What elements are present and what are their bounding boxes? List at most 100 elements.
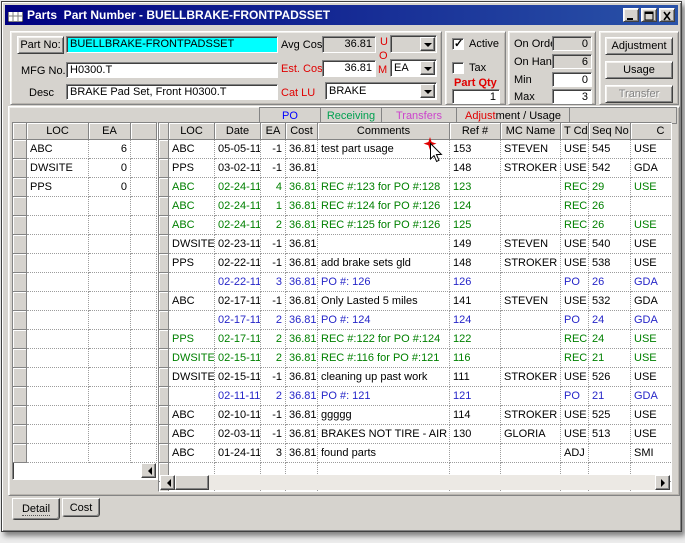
part-no-input[interactable]: BUELLBRAKE-FRONTPADSSET	[66, 36, 278, 53]
grid-cell[interactable]: 513	[589, 425, 631, 444]
row-selector[interactable]	[159, 292, 169, 311]
active-checkbox-box[interactable]	[452, 37, 464, 50]
max-input[interactable]: 3	[552, 89, 592, 104]
grid-cell[interactable]: 02-22-11	[215, 273, 261, 292]
grid-cell[interactable]: DWSITE	[27, 159, 89, 178]
usage-button[interactable]: Usage	[605, 61, 673, 79]
grid-cell[interactable]: ABC	[169, 197, 215, 216]
tab-detail[interactable]: Detail	[12, 498, 60, 520]
grid-cell[interactable]	[89, 216, 131, 235]
tab-cost[interactable]: Cost	[62, 498, 100, 517]
grid-cell[interactable]: REC	[561, 178, 589, 197]
row-selector[interactable]	[159, 159, 169, 178]
grid-cell[interactable]: USE	[631, 330, 671, 349]
row-selector[interactable]	[159, 368, 169, 387]
grid-cell[interactable]: -1	[261, 425, 286, 444]
uom-combo-top[interactable]	[390, 35, 437, 53]
grid-cell[interactable]: USE	[561, 425, 589, 444]
grid-cell[interactable]: 24	[589, 330, 631, 349]
row-selector[interactable]	[159, 444, 169, 463]
grid-cell[interactable]	[89, 197, 131, 216]
grid-cell[interactable]: USE	[561, 368, 589, 387]
grid-cell[interactable]: 36.81	[286, 330, 318, 349]
grid-cell[interactable]: USE	[631, 178, 671, 197]
grid-cell[interactable]: STROKER	[501, 254, 561, 273]
scroll-right-button[interactable]	[655, 475, 670, 490]
grid-cell[interactable]	[131, 330, 157, 349]
grid-cell[interactable]: 02-10-11	[215, 406, 261, 425]
grid-cell[interactable]: 24	[589, 311, 631, 330]
grid-cell[interactable]: USE	[561, 292, 589, 311]
grid-cell[interactable]: 02-17-11	[215, 311, 261, 330]
grid-cell[interactable]	[27, 387, 89, 406]
left-grid-scroll-left-button[interactable]	[141, 463, 156, 478]
grid-cell[interactable]: REC #:122 for PO #:124	[318, 330, 450, 349]
grid-cell[interactable]	[27, 406, 89, 425]
uom-combo-bottom[interactable]: EA	[390, 59, 437, 77]
grid-cell[interactable]	[501, 273, 561, 292]
grid-cell[interactable]: 3	[261, 273, 286, 292]
grid-cell[interactable]: USE	[631, 235, 671, 254]
grid-cell[interactable]	[89, 444, 131, 463]
row-selector[interactable]	[159, 178, 169, 197]
grid-cell[interactable]: GDA	[631, 273, 671, 292]
grid-cell[interactable]	[27, 444, 89, 463]
scrollbar-thumb[interactable]	[175, 475, 209, 490]
part-qty-input[interactable]: 1	[452, 89, 500, 104]
grid-cell[interactable]: STEVEN	[501, 292, 561, 311]
grid-cell[interactable]: USE	[631, 368, 671, 387]
chevron-down-icon[interactable]	[420, 84, 435, 98]
grid-cell[interactable]	[27, 273, 89, 292]
grid-cell[interactable]: 6	[89, 140, 131, 159]
grid-cell[interactable]: PO	[561, 311, 589, 330]
grid-cell[interactable]: 02-15-11	[215, 368, 261, 387]
grid-cell[interactable]	[27, 311, 89, 330]
maximize-button[interactable]	[641, 8, 657, 22]
grid-cell[interactable]: PPS	[169, 159, 215, 178]
grid-cell[interactable]: PPS	[169, 254, 215, 273]
grid-cell[interactable]: ABC	[169, 444, 215, 463]
grid-cell[interactable]: 21	[589, 349, 631, 368]
grid-cell[interactable]: 0	[89, 159, 131, 178]
grid-cell[interactable]	[501, 444, 561, 463]
grid-cell[interactable]: 03-02-11	[215, 159, 261, 178]
grid-cell[interactable]: 02-24-11	[215, 216, 261, 235]
grid-cell[interactable]: PO #: 121	[318, 387, 450, 406]
grid-cell[interactable]	[89, 368, 131, 387]
row-selector[interactable]	[159, 273, 169, 292]
grid-cell[interactable]: 02-22-11	[215, 254, 261, 273]
grid-cell[interactable]: USE	[631, 349, 671, 368]
grid-cell[interactable]	[131, 273, 157, 292]
row-selector[interactable]	[159, 311, 169, 330]
grid-cell[interactable]: -1	[261, 368, 286, 387]
grid-cell[interactable]	[501, 197, 561, 216]
grid-cell[interactable]: GLORIA	[501, 425, 561, 444]
grid-cell[interactable]: PO #: 126	[318, 273, 450, 292]
grid-cell[interactable]	[501, 349, 561, 368]
grid-cell[interactable]	[89, 254, 131, 273]
tax-checkbox-box[interactable]	[452, 62, 464, 74]
grid-cell[interactable]: USE	[561, 159, 589, 178]
grid-cell[interactable]: 116	[450, 349, 501, 368]
grid-cell[interactable]: 148	[450, 159, 501, 178]
grid-cell[interactable]: REC	[561, 197, 589, 216]
grid-cell[interactable]: BRAKES NOT TIRE - AIR	[318, 425, 450, 444]
grid-cell[interactable]: ABC	[169, 406, 215, 425]
grid-cell[interactable]	[89, 311, 131, 330]
grid-cell[interactable]: 02-17-11	[215, 292, 261, 311]
grid-cell[interactable]	[501, 387, 561, 406]
grid-cell[interactable]	[27, 216, 89, 235]
grid-cell[interactable]	[131, 349, 157, 368]
grid-cell[interactable]: GDA	[631, 311, 671, 330]
grid-cell[interactable]: 01-24-11	[215, 444, 261, 463]
grid-cell[interactable]: REC	[561, 216, 589, 235]
grid-cell[interactable]: REC #:116 for PO #:121	[318, 349, 450, 368]
grid-cell[interactable]	[131, 216, 157, 235]
grid-cell[interactable]: 526	[589, 368, 631, 387]
row-selector[interactable]	[13, 159, 27, 178]
grid-cell[interactable]: 540	[589, 235, 631, 254]
grid-cell[interactable]: 36.81	[286, 178, 318, 197]
grid-cell[interactable]: 525	[589, 406, 631, 425]
grid-cell[interactable]	[27, 368, 89, 387]
row-selector[interactable]	[159, 349, 169, 368]
